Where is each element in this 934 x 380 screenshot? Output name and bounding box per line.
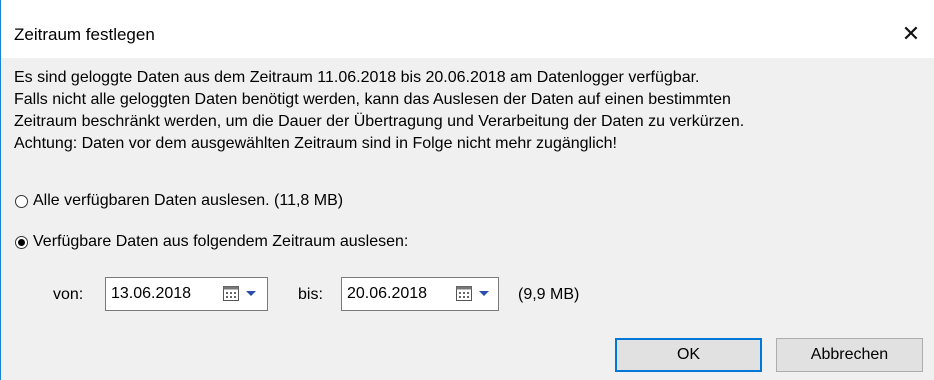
message-line: Achtung: Daten vor dem ausgewählten Zeit…: [14, 135, 617, 152]
chevron-down-icon[interactable]: [479, 291, 489, 296]
close-icon: ✕: [901, 21, 921, 46]
option-all-data[interactable]: Alle verfügbaren Daten auslesen. (11,8 M…: [15, 190, 343, 212]
option-all-label: Alle verfügbaren Daten auslesen. (11,8 M…: [33, 192, 344, 209]
to-date-picker[interactable]: 20.06.2018: [341, 277, 499, 311]
message-line: Falls nicht alle geloggten Daten benötig…: [14, 91, 731, 108]
message-line: Zeitraum beschränkt werden, um die Dauer…: [14, 113, 745, 130]
option-range-data[interactable]: Verfügbare Daten aus folgendem Zeitraum …: [15, 231, 408, 253]
option-range-label: Verfügbare Daten aus folgendem Zeitraum …: [33, 233, 409, 250]
radio-all-data[interactable]: [15, 194, 28, 208]
from-date-picker[interactable]: 13.06.2018: [105, 277, 268, 311]
period-dialog: Zeitraum festlegen ✕ Es sind geloggte Da…: [0, 0, 934, 380]
cancel-button[interactable]: Abbrechen: [776, 338, 923, 372]
title-bar: Zeitraum festlegen ✕: [1, 0, 934, 58]
close-button[interactable]: ✕: [888, 14, 934, 54]
calendar-icon[interactable]: [456, 286, 472, 301]
radio-range-data[interactable]: [15, 235, 28, 249]
to-date-value: 20.06.2018: [347, 285, 428, 302]
chevron-down-icon[interactable]: [246, 291, 256, 296]
calendar-icon[interactable]: [223, 286, 239, 301]
info-message: Es sind geloggte Daten aus dem Zeitraum …: [14, 67, 932, 155]
range-size: (9,9 MB): [518, 286, 580, 303]
from-label: von:: [53, 286, 84, 303]
to-label: bis:: [298, 286, 323, 303]
dialog-title: Zeitraum festlegen: [14, 25, 155, 44]
message-line: Es sind geloggte Daten aus dem Zeitraum …: [14, 69, 700, 86]
ok-button[interactable]: OK: [615, 338, 762, 372]
from-date-value: 13.06.2018: [111, 285, 192, 302]
